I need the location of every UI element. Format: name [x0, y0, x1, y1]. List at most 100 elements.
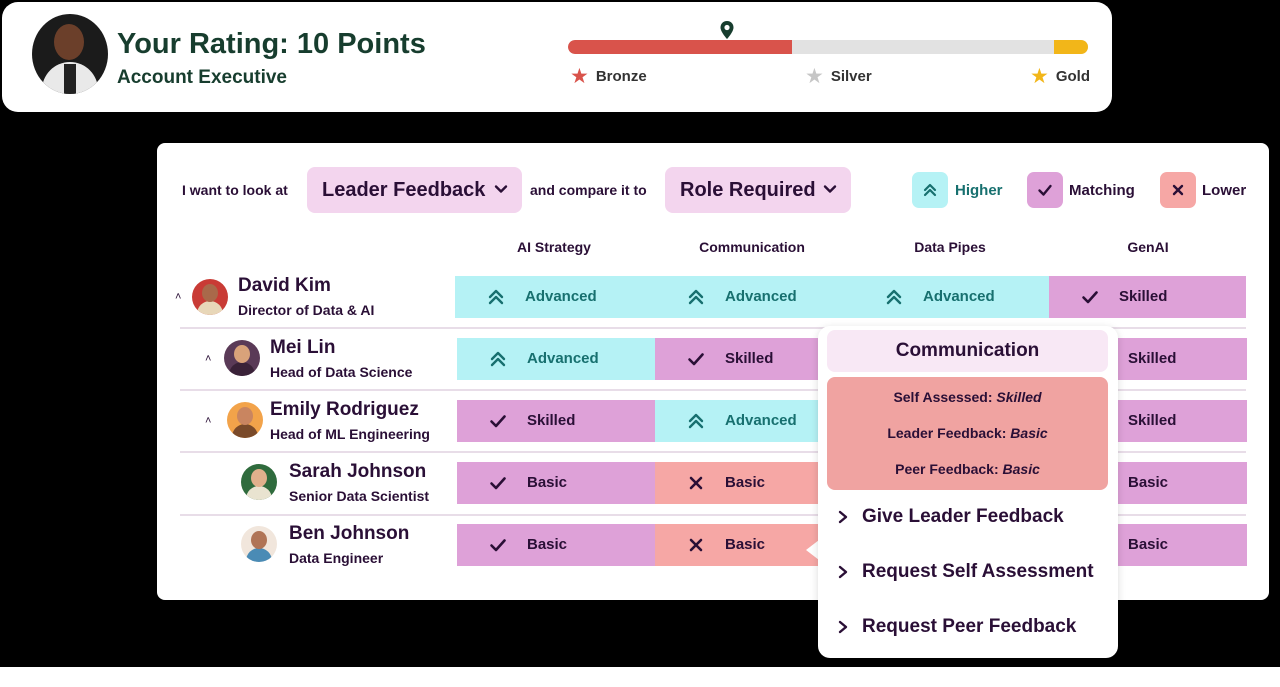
check-icon: [688, 353, 704, 366]
legend-lower-label: Lower: [1202, 182, 1247, 199]
star-icon: ★: [805, 65, 824, 88]
collapse-caret-icon[interactable]: ˄: [205, 353, 211, 365]
view-dropdown-value: Leader Feedback: [322, 178, 486, 201]
legend-matching-chip: [1027, 172, 1063, 208]
double-chevron-up-icon: [688, 413, 704, 429]
person-title: Head of Data Science: [270, 364, 413, 380]
view-dropdown[interactable]: Leader Feedback: [307, 167, 522, 213]
avatar: [224, 340, 260, 376]
compare-dropdown[interactable]: Role Required: [665, 167, 851, 213]
skill-cell[interactable]: Skilled: [457, 400, 655, 442]
skill-level-label: Skilled: [1119, 288, 1168, 305]
avatar: [241, 464, 277, 500]
person-title: Data Engineer: [289, 550, 384, 566]
person-name[interactable]: Mei Lin: [270, 337, 335, 359]
star-icon: ★: [570, 65, 589, 88]
tier-bronze: ★ Bronze: [570, 66, 647, 87]
skill-level-label: Advanced: [923, 288, 995, 305]
location-pin-icon: [720, 21, 734, 39]
chevron-down-icon: [494, 185, 508, 193]
skill-cell[interactable]: Basic: [1118, 462, 1247, 504]
double-chevron-up-icon: [923, 183, 937, 197]
avatar: [192, 279, 228, 315]
column-header-data-pipes: Data Pipes: [914, 239, 986, 255]
skill-cell[interactable]: Skilled: [1118, 400, 1247, 442]
chevron-right-icon: [838, 510, 848, 524]
skill-cell[interactable]: Advanced: [853, 276, 1049, 318]
skill-cell[interactable]: Advanced: [655, 276, 853, 318]
skill-level-label: Basic: [725, 474, 766, 491]
chevron-right-icon: [838, 620, 848, 634]
legend-matching-label: Matching: [1069, 182, 1135, 199]
tier-label: Bronze: [595, 68, 647, 85]
skill-cell[interactable]: Basic: [1118, 524, 1247, 566]
skill-level-label: Skilled: [1128, 412, 1177, 429]
collapse-caret-icon[interactable]: ˄: [175, 291, 181, 303]
skill-cell[interactable]: Basic: [655, 462, 818, 504]
chevron-right-icon: [838, 565, 848, 579]
person-title: Senior Data Scientist: [289, 488, 430, 504]
rating-card: Your Rating: 10 Points Account Executive: [2, 2, 1112, 112]
check-icon: [490, 415, 506, 428]
tier-silver: ★ Silver: [805, 66, 872, 87]
skill-level-label: Basic: [1128, 474, 1169, 491]
person-name[interactable]: Sarah Johnson: [289, 461, 426, 483]
skill-level-label: Skilled: [527, 412, 576, 429]
skill-level-label: Skilled: [1128, 350, 1177, 367]
double-chevron-up-icon: [490, 351, 506, 367]
double-chevron-up-icon: [488, 289, 504, 305]
skill-cell[interactable]: Skilled: [1049, 276, 1246, 318]
filter-prefix-text: I want to look at: [182, 182, 288, 198]
request-peer-feedback-button[interactable]: Request Peer Feedback: [838, 616, 1076, 638]
skill-level-label: Basic: [725, 536, 766, 553]
skill-level-label: Advanced: [525, 288, 597, 305]
rating-progress-bar: [568, 40, 1088, 54]
skill-level-label: Advanced: [725, 288, 797, 305]
detail-peer-feedback: Peer Feedback: Basic: [895, 461, 1040, 477]
bottom-strip: [0, 667, 1280, 687]
skill-cell[interactable]: Basic: [457, 462, 655, 504]
detail-leader-feedback: Leader Feedback: Basic: [887, 425, 1048, 441]
star-icon: ★: [1030, 65, 1049, 88]
user-avatar: [32, 14, 108, 94]
x-icon: [1172, 184, 1184, 196]
person-title: Director of Data & AI: [238, 302, 375, 318]
skill-level-label: Advanced: [527, 350, 599, 367]
column-header-genai: GenAI: [1127, 239, 1169, 255]
person-name[interactable]: Ben Johnson: [289, 523, 409, 545]
column-header-communication: Communication: [699, 239, 805, 255]
skill-level-label: Basic: [527, 536, 568, 553]
person-name[interactable]: David Kim: [238, 275, 331, 297]
compare-dropdown-value: Role Required: [680, 178, 816, 201]
tier-label: Silver: [830, 68, 872, 85]
tier-label: Gold: [1055, 68, 1090, 85]
skill-cell[interactable]: Skilled: [655, 338, 818, 380]
request-self-assessment-button[interactable]: Request Self Assessment: [838, 561, 1094, 583]
legend-higher-chip: [912, 172, 948, 208]
skill-cell[interactable]: Advanced: [455, 276, 655, 318]
legend-lower-chip: [1160, 172, 1196, 208]
check-icon: [1038, 184, 1052, 196]
skill-level-label: Basic: [1128, 536, 1169, 553]
tier-gold: ★ Gold: [1030, 66, 1090, 87]
chevron-down-icon: [823, 185, 837, 193]
person-title: Head of ML Engineering: [270, 426, 430, 442]
skill-cell[interactable]: Advanced: [457, 338, 655, 380]
filter-middle-text: and compare it to: [530, 182, 647, 198]
avatar: [241, 526, 277, 562]
give-leader-feedback-button[interactable]: Give Leader Feedback: [838, 506, 1064, 528]
x-icon: [689, 538, 703, 552]
skill-cell[interactable]: Basic: [457, 524, 655, 566]
skill-cell[interactable]: Skilled: [1118, 338, 1247, 380]
skill-level-label: Advanced: [725, 412, 797, 429]
skill-cell[interactable]: Advanced: [655, 400, 818, 442]
double-chevron-up-icon: [886, 289, 902, 305]
progress-fill: [568, 40, 792, 54]
skill-cell[interactable]: Basic: [655, 524, 818, 566]
progress-gold-segment: [1054, 40, 1088, 54]
skill-level-label: Basic: [527, 474, 568, 491]
rating-title: Your Rating: 10 Points: [117, 28, 426, 60]
person-name[interactable]: Emily Rodriguez: [270, 399, 419, 421]
collapse-caret-icon[interactable]: ˄: [205, 415, 211, 427]
check-icon: [1082, 291, 1098, 304]
